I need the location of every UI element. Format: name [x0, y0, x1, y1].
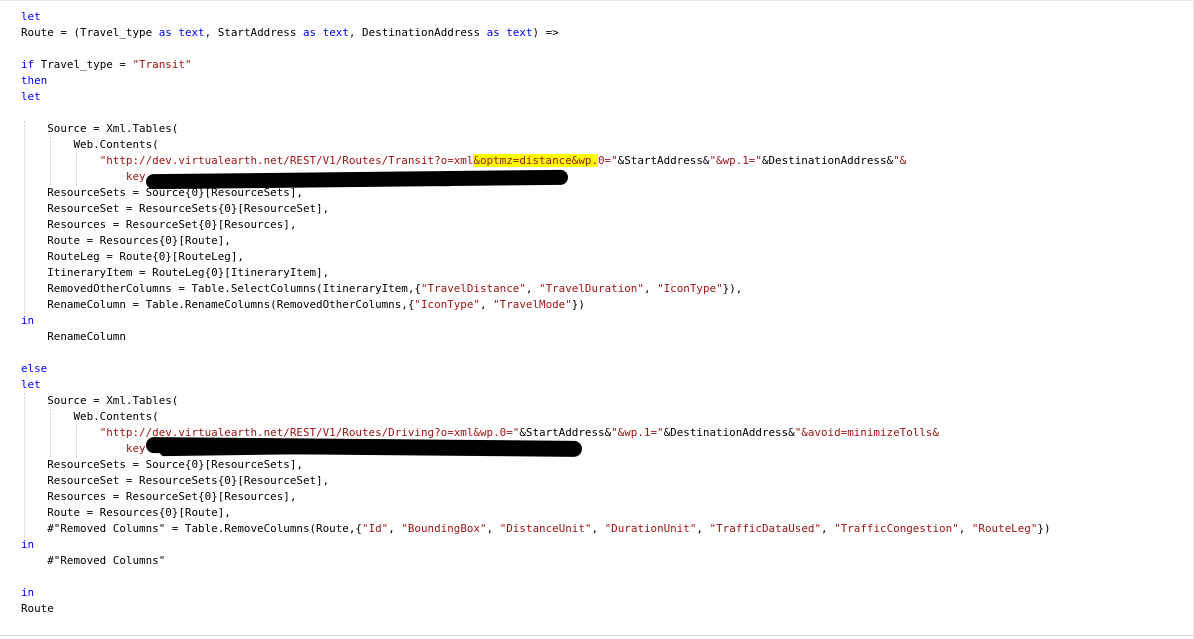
code-line: if Travel_type = "Transit" [21, 58, 192, 71]
code-line: "http://dev.virtualearth.net/REST/V1/Rou… [99, 154, 907, 167]
code-line: let [21, 90, 41, 103]
code-line: Route = Resources{0}[Route], [21, 234, 231, 247]
code-line: RenameColumn = Table.RenameColumns(Remov… [21, 298, 585, 311]
code-line: ResourceSets = Source{0}[ResourceSets], [21, 458, 303, 471]
code-line: Route [21, 602, 54, 615]
editor-bottom-border [0, 635, 1194, 636]
code-text[interactable]: let Route = (Travel_type as text, StartAd… [21, 9, 1051, 617]
highlighted-selection: &optmz=distance&wp. [473, 154, 598, 167]
code-editor[interactable]: let Route = (Travel_type as text, StartAd… [0, 0, 1194, 639]
code-line: in [21, 314, 35, 327]
code-line: then [21, 74, 48, 87]
code-line: Resources = ResourceSet{0}[Resources], [21, 490, 297, 503]
code-line: #"Removed Columns" = Table.RemoveColumns… [21, 522, 1051, 535]
code-line: #"Removed Columns" [21, 554, 166, 567]
code-line: let [21, 10, 41, 23]
code-line: in [21, 586, 35, 599]
code-line: ResourceSet = ResourceSets{0}[ResourceSe… [21, 474, 330, 487]
code-line: let [21, 378, 41, 391]
code-line: Source = Xml.Tables( [21, 394, 179, 407]
code-line: RemovedOtherColumns = Table.SelectColumn… [21, 282, 743, 295]
code-line: Web.Contents( [21, 410, 159, 423]
code-line: RouteLeg = Route{0}[RouteLeg], [21, 250, 244, 263]
code-line: Route = (Travel_type as text, StartAddre… [21, 26, 559, 39]
code-line: Resources = ResourceSet{0}[Resources], [21, 218, 297, 231]
code-line: ResourceSet = ResourceSets{0}[ResourceSe… [21, 202, 330, 215]
code-line: in [21, 538, 35, 551]
code-line: RenameColumn [21, 330, 126, 343]
code-line: ItineraryItem = RouteLeg{0}[ItineraryIte… [21, 266, 330, 279]
code-line: Route = Resources{0}[Route], [21, 506, 231, 519]
code-line: else [21, 362, 48, 375]
code-line: Web.Contents( [21, 138, 159, 151]
code-line: Source = Xml.Tables( [21, 122, 179, 135]
